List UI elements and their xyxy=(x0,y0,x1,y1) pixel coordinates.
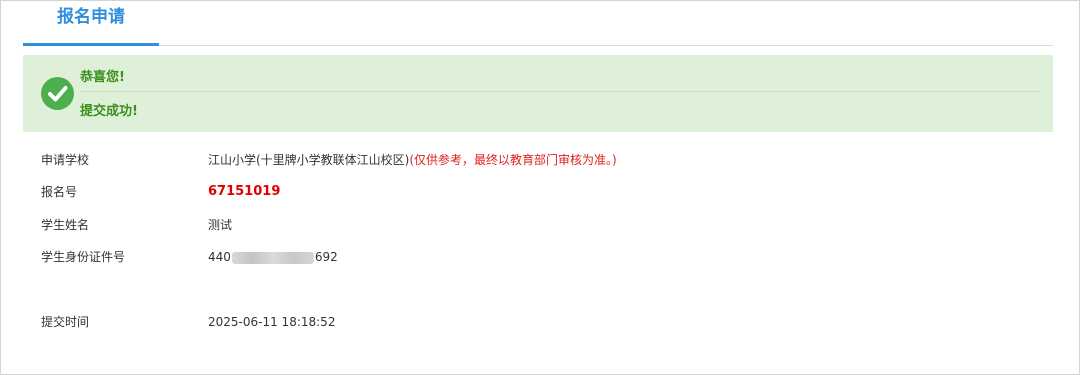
application-panel: 报名申请 恭喜您! 提交成功! 申请学校 江山小学(十里牌小学教联体江山校区)(… xyxy=(0,0,1080,375)
check-circle-icon xyxy=(41,77,74,110)
field-row-student-name: 学生姓名 测试 xyxy=(41,215,1041,235)
success-title: 恭喜您! xyxy=(80,70,125,85)
id-number-suffix: 692 xyxy=(314,250,338,264)
school-note: (仅供参考，最终以教育部门审核为准。) xyxy=(409,153,617,167)
submit-time-label: 提交时间 xyxy=(41,315,90,329)
school-value: 江山小学(十里牌小学教联体江山校区)(仅供参考，最终以教育部门审核为准。) xyxy=(208,150,617,170)
id-number-prefix: 440 xyxy=(208,250,231,264)
student-name-value: 测试 xyxy=(208,218,233,232)
success-divider xyxy=(80,91,1041,92)
field-row-submit-time: 提交时间 2025-06-11 18:18:52 xyxy=(41,312,1041,332)
field-row-school: 申请学校 江山小学(十里牌小学教联体江山校区)(仅供参考，最终以教育部门审核为准… xyxy=(41,150,1041,170)
registration-number-value: 67151019 xyxy=(208,184,281,199)
id-number-value: 440 692 xyxy=(208,247,338,267)
redacted-blur xyxy=(231,251,314,264)
school-label: 申请学校 xyxy=(41,153,90,167)
tab-registration-application[interactable]: 报名申请 xyxy=(23,1,159,46)
success-message: 提交成功! xyxy=(80,104,138,119)
field-row-id-number: 学生身份证件号 440 692 xyxy=(41,247,1041,267)
student-name-label: 学生姓名 xyxy=(41,218,90,232)
success-alert: 恭喜您! 提交成功! xyxy=(23,55,1053,132)
submit-time-value: 2025-06-11 18:18:52 xyxy=(208,315,336,329)
tab-bar: 报名申请 xyxy=(23,1,1053,46)
field-row-registration-number: 报名号 67151019 xyxy=(41,182,1041,202)
school-name: 江山小学(十里牌小学教联体江山校区) xyxy=(208,153,410,167)
registration-number-label: 报名号 xyxy=(41,185,78,199)
id-number-label: 学生身份证件号 xyxy=(41,250,126,264)
